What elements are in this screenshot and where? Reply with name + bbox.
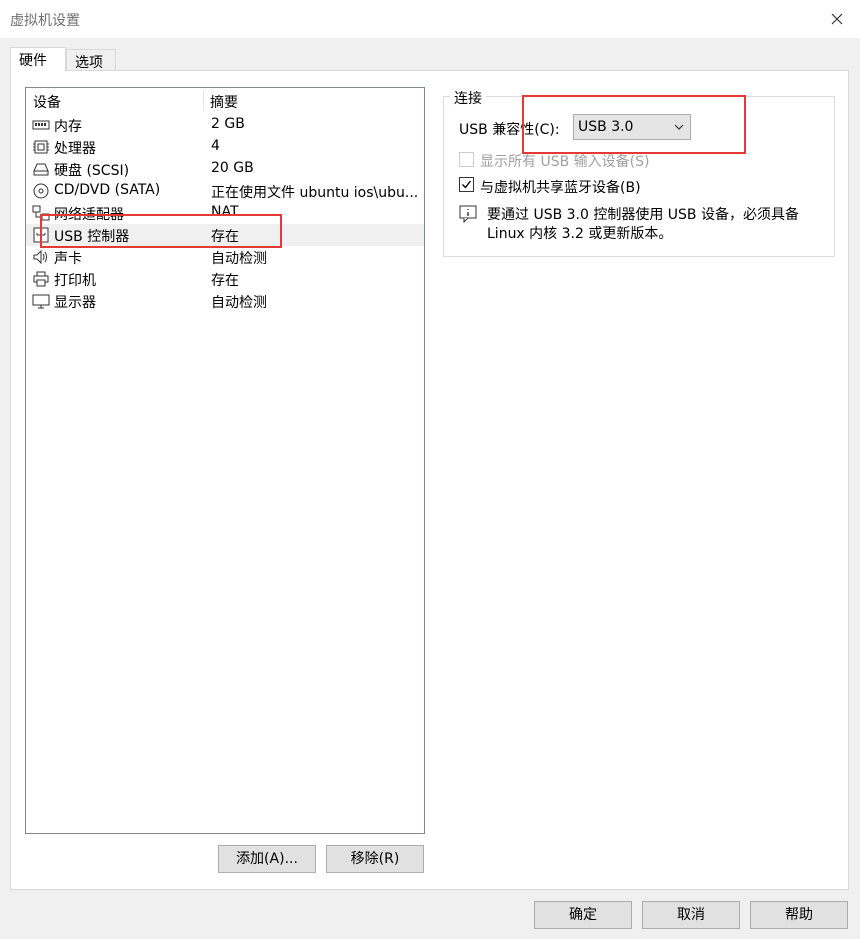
show-all-usb-checkbox[interactable] <box>459 152 474 167</box>
display-icon <box>32 294 50 309</box>
info-text-line-2: Linux 内核 3.2 或更新版本。 <box>487 226 673 242</box>
device-name: 声卡 <box>54 251 82 267</box>
device-row-cd-dvd[interactable]: CD/DVD (SATA) 正在使用文件 ubuntu ios\ubu... <box>26 180 424 202</box>
title-bar: 虚拟机设置 <box>0 0 860 38</box>
cancel-button[interactable]: 取消 <box>642 901 740 929</box>
checkmark-icon <box>462 180 472 189</box>
device-summary: 自动检测 <box>211 251 267 267</box>
device-name: CD/DVD (SATA) <box>54 182 161 198</box>
column-header-device[interactable]: 设备 <box>33 92 61 112</box>
window-title: 虚拟机设置 <box>10 13 80 29</box>
device-row-display[interactable]: 显示器 自动检测 <box>26 290 424 312</box>
device-name: 打印机 <box>54 273 96 289</box>
device-row-printer[interactable]: 打印机 存在 <box>26 268 424 290</box>
help-button[interactable]: 帮助 <box>750 901 848 929</box>
device-list[interactable]: 设备 摘要 内存 2 GB 处理器 4 硬盘 (SCSI) 20 GB CD/D… <box>25 87 425 834</box>
hard-disk-icon <box>33 163 49 176</box>
ok-button[interactable]: 确定 <box>534 901 632 929</box>
info-icon <box>459 205 477 223</box>
device-summary: 自动检测 <box>211 295 267 311</box>
connection-group-legend: 连接 <box>450 88 486 108</box>
processor-icon <box>33 140 49 154</box>
remove-device-button[interactable]: 移除(R) <box>326 845 424 873</box>
device-row-hard-disk[interactable]: 硬盘 (SCSI) 20 GB <box>26 158 424 180</box>
device-name: 显示器 <box>54 295 96 311</box>
close-icon <box>831 13 843 25</box>
tab-options[interactable]: 选项 <box>66 49 116 71</box>
device-summary: 2 GB <box>211 116 245 132</box>
tab-options-label: 选项 <box>75 55 103 71</box>
device-summary: 20 GB <box>211 160 254 176</box>
highlight-box-usb-row <box>40 214 282 248</box>
info-text-line-1: 要通过 USB 3.0 控制器使用 USB 设备，必须具备 <box>487 207 799 223</box>
cd-dvd-icon <box>33 183 49 199</box>
device-row-sound-card[interactable]: 声卡 自动检测 <box>26 246 424 268</box>
column-header-summary[interactable]: 摘要 <box>210 92 238 112</box>
close-button[interactable] <box>814 0 860 38</box>
device-row-memory[interactable]: 内存 2 GB <box>26 114 424 136</box>
device-summary: 4 <box>211 138 220 154</box>
column-divider[interactable] <box>203 90 204 111</box>
device-row-processor[interactable]: 处理器 4 <box>26 136 424 158</box>
device-name: 处理器 <box>54 141 96 157</box>
add-device-button[interactable]: 添加(A)... <box>218 845 316 873</box>
device-summary: 存在 <box>211 273 239 289</box>
device-name: 硬盘 (SCSI) <box>54 163 130 179</box>
device-list-header: 设备 摘要 <box>26 88 424 113</box>
memory-icon <box>32 120 50 130</box>
printer-icon <box>33 271 49 287</box>
share-bluetooth-label: 与虚拟机共享蓝牙设备(B) <box>480 180 641 196</box>
tab-hardware[interactable]: 硬件 <box>10 47 66 72</box>
sound-icon <box>33 249 47 265</box>
highlight-box-usb-compat <box>522 95 746 154</box>
device-name: 内存 <box>54 119 82 135</box>
share-bluetooth-checkbox[interactable] <box>459 177 474 192</box>
show-all-usb-label: 显示所有 USB 输入设备(S) <box>480 154 650 170</box>
tab-hardware-label: 硬件 <box>19 53 47 69</box>
device-summary: 正在使用文件 ubuntu ios\ubu... <box>211 185 419 201</box>
